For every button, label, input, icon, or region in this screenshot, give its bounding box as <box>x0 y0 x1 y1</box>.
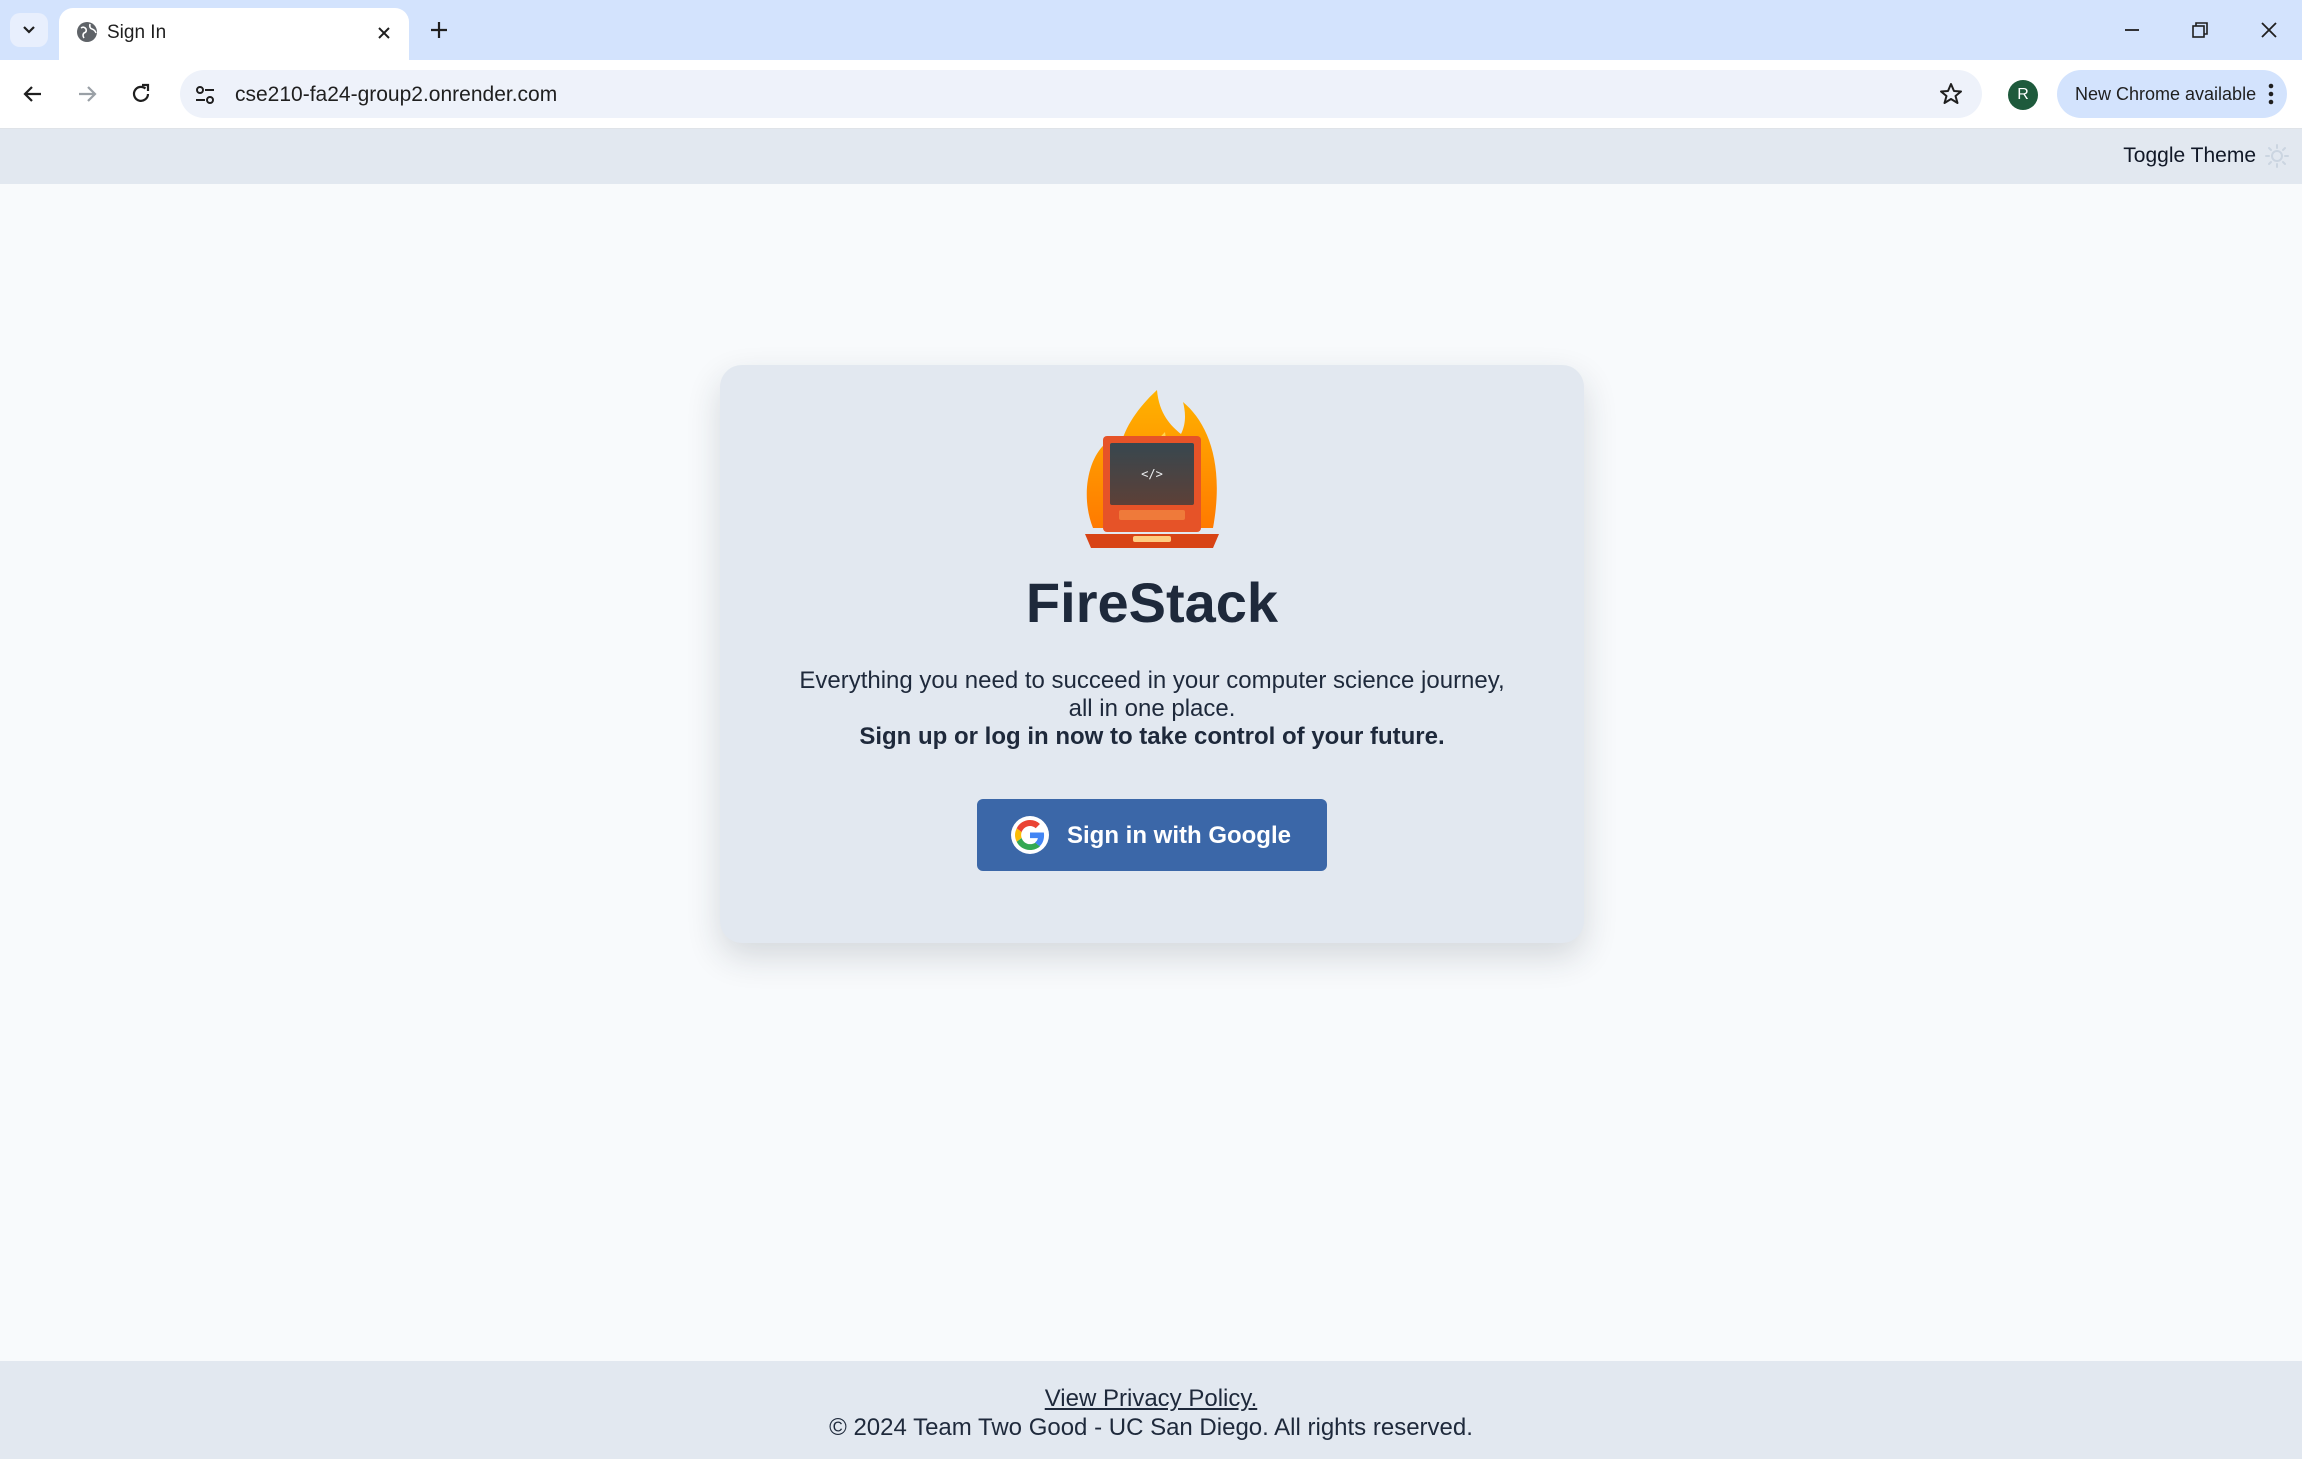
reload-icon <box>132 83 150 102</box>
firestack-logo-icon: </> <box>1085 390 1219 548</box>
minimize-button[interactable] <box>2112 12 2152 48</box>
copyright-text: © 2024 Team Two Good - UC San Diego. All… <box>829 1414 1473 1441</box>
arrow-left-icon <box>23 86 41 102</box>
tagline-line-2: all in one place. <box>1068 695 1236 722</box>
browser-tab-strip: Sign In <box>0 0 2302 60</box>
logo-code-text: </> <box>1141 467 1163 481</box>
new-tab-plus-icon[interactable] <box>425 16 453 44</box>
browser-toolbar: cse210-fa24-group2.onrender.com R New Ch… <box>0 60 2302 129</box>
chrome-update-button[interactable]: New Chrome available <box>2057 70 2287 118</box>
close-window-button[interactable] <box>2249 12 2289 48</box>
reload-button[interactable] <box>123 76 159 112</box>
profile-avatar[interactable]: R <box>2008 80 2038 110</box>
tagline: Everything you need to succeed in your c… <box>780 667 1524 723</box>
minimize-icon <box>2125 29 2139 31</box>
tagline-line-1: Everything you need to succeed in your c… <box>799 667 1505 694</box>
arrow-right-icon <box>79 86 97 102</box>
brand-title: FireStack <box>1025 571 1279 634</box>
bookmark-star-icon[interactable] <box>1938 81 1964 107</box>
restore-button[interactable] <box>2180 12 2220 48</box>
restore-icon <box>2192 22 2208 38</box>
update-label: New Chrome available <box>2075 83 2257 104</box>
toggle-theme-label: Toggle Theme <box>2123 144 2256 167</box>
tagline-call-to-action: Sign up or log in now to take control of… <box>859 723 1445 750</box>
tab-search-button[interactable] <box>10 13 48 47</box>
signin-card: </> FireStack Everything you need to suc… <box>720 365 1584 943</box>
address-bar[interactable]: cse210-fa24-group2.onrender.com <box>180 70 1982 118</box>
page-footer: View Privacy Policy. © 2024 Team Two Goo… <box>0 1361 2302 1459</box>
sun-icon <box>2265 144 2289 168</box>
privacy-policy-link[interactable]: View Privacy Policy. <box>0 1385 2302 1413</box>
google-logo-icon <box>1011 816 1049 854</box>
close-window-icon <box>2261 22 2277 38</box>
globe-icon <box>77 22 97 42</box>
forward-button[interactable] <box>69 76 105 112</box>
tab-title: Sign In <box>107 22 167 43</box>
page-header: Toggle Theme <box>0 129 2302 184</box>
site-settings-icon[interactable] <box>192 82 218 108</box>
url-text[interactable]: cse210-fa24-group2.onrender.com <box>235 83 557 107</box>
chevron-down-icon <box>23 26 35 34</box>
back-button[interactable] <box>15 76 51 112</box>
toggle-theme-button[interactable]: Toggle Theme <box>2123 143 2290 169</box>
close-icon[interactable] <box>373 22 395 44</box>
browser-tab-active[interactable]: Sign In <box>59 8 409 60</box>
more-vert-icon <box>2268 83 2274 105</box>
sign-in-label: Sign in with Google <box>1067 822 1291 849</box>
sign-in-with-google-button[interactable]: Sign in with Google <box>977 799 1327 871</box>
